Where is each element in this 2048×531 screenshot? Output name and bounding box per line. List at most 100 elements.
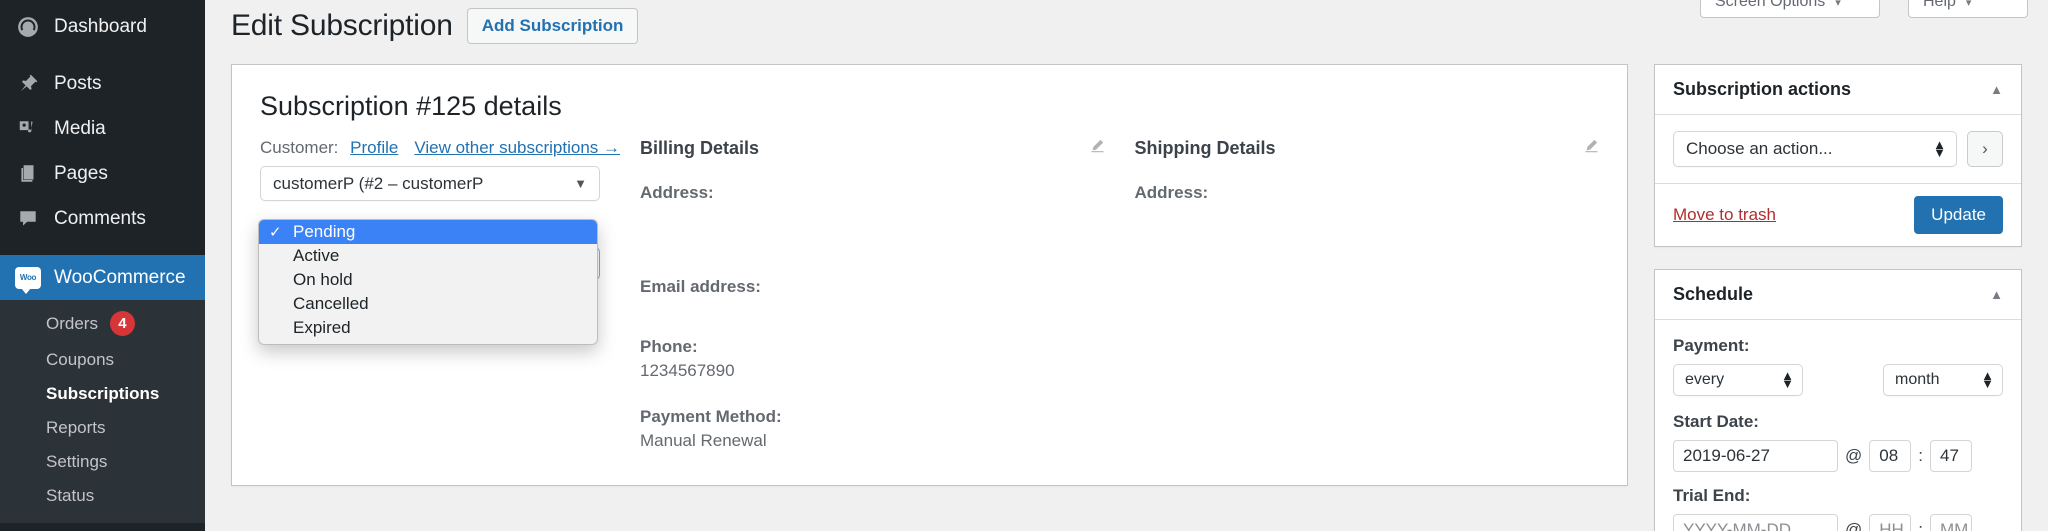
submenu-item-orders[interactable]: Orders 4	[0, 304, 205, 343]
period-value: month	[1895, 371, 1940, 388]
sidebar-item-pages[interactable]: Pages	[0, 151, 205, 196]
pin-icon	[14, 73, 42, 95]
customer-label: Customer:	[260, 138, 339, 157]
check-icon: ✓	[269, 224, 282, 241]
start-minute-input[interactable]: 47	[1930, 440, 1972, 472]
start-date-label: Start Date:	[1673, 412, 1759, 431]
sidebar-item-woocommerce[interactable]: Woo WooCommerce	[0, 255, 213, 300]
start-hour-input[interactable]: 08	[1869, 440, 1912, 472]
payment-method-label: Payment Method:	[640, 407, 782, 426]
submenu-item-coupons[interactable]: Coupons	[0, 343, 205, 377]
choose-action-select[interactable]: Choose an action... ▲ ▼	[1673, 131, 1957, 167]
status-option-on-hold[interactable]: On hold	[259, 268, 597, 292]
billing-phone-label: Phone:	[640, 337, 698, 356]
customer-select[interactable]: customerP (#2 – customerP ▼	[260, 166, 600, 201]
customer-links: Profile View other subscriptions →	[350, 138, 620, 158]
stepper-icon: ▲▼	[1933, 136, 1946, 160]
status-option-label: Pending	[293, 222, 356, 241]
shipping-column: Shipping Details Address:	[1105, 138, 1600, 451]
subscription-data-panel: Subscription #125 details Customer: Prof…	[231, 64, 1628, 486]
subscription-actions-body: Choose an action... ▲ ▼ ›	[1655, 115, 2021, 183]
sidebar-item-posts[interactable]: Posts	[0, 61, 205, 106]
screen-meta-bar: Screen Options ▾ Help ▾	[1700, 0, 2028, 18]
sidebar-item-label: Pages	[54, 162, 108, 184]
status-option-cancelled[interactable]: Cancelled	[259, 292, 597, 316]
chevron-down-icon: ▾	[1965, 0, 1972, 9]
trial-end-minute-input[interactable]: MM	[1930, 514, 1972, 531]
comment-icon	[14, 208, 42, 230]
submenu-item-subscriptions[interactable]: Subscriptions	[0, 377, 205, 411]
billing-email-block: Email address:	[640, 277, 1105, 297]
status-option-active[interactable]: Active	[259, 244, 597, 268]
payment-method-value: Manual Renewal	[640, 431, 767, 450]
sidebar-item-label: Dashboard	[54, 15, 147, 37]
screen-options-button[interactable]: Screen Options ▾	[1700, 0, 1880, 18]
edit-billing-pencil-icon[interactable]	[1090, 138, 1105, 157]
shipping-address-label: Address:	[1134, 183, 1209, 202]
pages-icon	[14, 163, 42, 185]
help-button[interactable]: Help ▾	[1908, 0, 2028, 18]
period-select[interactable]: month ▲ ▼	[1883, 364, 2003, 396]
colon-symbol: :	[1918, 520, 1923, 531]
billing-phone-value: 1234567890	[640, 361, 735, 380]
subscription-status-group: Subscription status: ▲▼ ✓ Pending	[258, 219, 620, 345]
dashboard-icon	[14, 16, 42, 38]
move-to-trash-link[interactable]: Move to trash	[1673, 205, 1776, 225]
submenu-item-label: Reports	[46, 418, 106, 437]
woo-logo: Woo	[15, 266, 41, 294]
chevron-up-icon[interactable]: ▲	[1990, 82, 2003, 97]
schedule-body: Payment: every ▲ ▼ month ▲ ▼ Start Date:…	[1655, 320, 2021, 531]
at-symbol: @	[1845, 520, 1863, 531]
submenu-item-label: Settings	[46, 452, 108, 471]
chevron-up-icon[interactable]: ▲	[1990, 287, 2003, 302]
customer-row: Customer: Profile View other subscriptio…	[260, 138, 620, 166]
profile-link[interactable]: Profile	[350, 138, 398, 158]
submenu-item-settings[interactable]: Settings	[0, 445, 205, 479]
sidebar-item-label: WooCommerce	[54, 266, 186, 288]
subscription-actions-footer: Move to trash Update	[1655, 183, 2021, 246]
main-column: Subscription #125 details Customer: Prof…	[231, 64, 1628, 486]
sidebar-item-label: Media	[54, 117, 106, 139]
status-option-label: Cancelled	[293, 294, 369, 313]
status-option-pending[interactable]: ✓ Pending	[259, 220, 597, 244]
submenu-item-reports[interactable]: Reports	[0, 411, 205, 445]
wordpress-admin-screen: Dashboard Posts Media Pages Comments Woo…	[0, 0, 2048, 531]
chevron-down-icon: ▾	[1835, 0, 1841, 9]
choose-action-value: Choose an action...	[1686, 139, 1833, 158]
interval-select[interactable]: every ▲ ▼	[1673, 364, 1803, 396]
submenu-item-status[interactable]: Status	[0, 479, 205, 513]
start-date-input[interactable]: 2019-06-27	[1673, 440, 1838, 472]
admin-content: Screen Options ▾ Help ▾ Edit Subscriptio…	[205, 0, 2048, 531]
colon-symbol: :	[1918, 446, 1923, 465]
woocommerce-icon: Woo	[14, 266, 42, 294]
edit-shipping-pencil-icon[interactable]	[1584, 138, 1599, 157]
submenu-item-label: Subscriptions	[46, 384, 160, 403]
sidebar-item-dashboard[interactable]: Dashboard	[0, 4, 205, 49]
trial-end-date-input[interactable]: YYYY-MM-DD	[1673, 514, 1838, 531]
woocommerce-submenu: Orders 4 Coupons Subscriptions Reports S…	[0, 300, 205, 523]
sidebar-item-comments[interactable]: Comments	[0, 196, 205, 241]
billing-payment-block: Payment Method: Manual Renewal	[640, 407, 1105, 451]
billing-address-label: Address:	[640, 183, 714, 202]
shipping-header: Shipping Details	[1135, 138, 1600, 159]
status-option-expired[interactable]: Expired	[259, 316, 597, 340]
media-icon	[14, 118, 42, 140]
billing-email-label: Email address:	[640, 277, 761, 296]
subscription-actions-title: Subscription actions	[1673, 79, 1852, 99]
subscription-status-dropdown[interactable]: ✓ Pending Active On hold Cancelled Expir…	[258, 219, 598, 345]
trial-end-hour-input[interactable]: HH	[1869, 514, 1912, 531]
order-detail-columns: Customer: Profile View other subscriptio…	[258, 138, 1600, 451]
view-other-subscriptions-link[interactable]: View other subscriptions →	[414, 138, 620, 158]
billing-details-title: Billing Details	[640, 138, 760, 158]
action-row: Choose an action... ▲ ▼ ›	[1673, 131, 2003, 167]
add-subscription-button[interactable]: Add Subscription	[466, 8, 639, 44]
side-column: Subscription actions ▲ Choose an action.…	[1654, 64, 2022, 531]
start-date-row: 2019-06-27 @ 08 : 47	[1673, 440, 2003, 472]
update-button[interactable]: Update	[1914, 196, 2003, 234]
stepper-icon: ▲▼	[1981, 367, 1994, 391]
status-option-label: Expired	[293, 318, 351, 337]
trial-end-label: Trial End:	[1673, 486, 1751, 505]
apply-action-button[interactable]: ›	[1967, 131, 2003, 167]
sidebar-item-media[interactable]: Media	[0, 106, 205, 151]
payment-interval-row: every ▲ ▼ month ▲ ▼	[1673, 364, 2003, 396]
